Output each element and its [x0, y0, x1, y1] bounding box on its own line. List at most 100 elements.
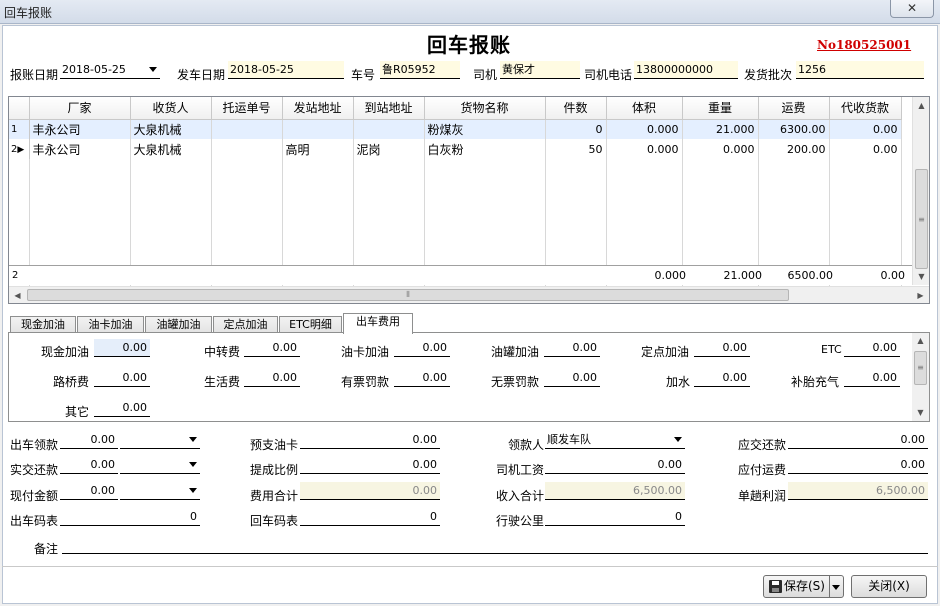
scroll-right-icon[interactable]: ▶ [912, 287, 929, 303]
water-field[interactable]: 0.00 [694, 369, 750, 387]
grid-cell[interactable]: 0.000 [606, 119, 683, 139]
plate-field[interactable]: 鲁R05952 [380, 61, 460, 79]
driver-field[interactable]: 黄保才 [500, 61, 580, 79]
tire-field[interactable]: 0.00 [844, 369, 900, 387]
batch-field[interactable]: 1256 [796, 61, 924, 79]
panel-vertical-scrollbar[interactable]: ▲ ≡ ▼ [912, 333, 929, 421]
odo-out-field[interactable]: 0 [60, 508, 200, 526]
grid-cell[interactable]: 高明 [282, 139, 354, 159]
actual-return-type-dropdown[interactable] [120, 456, 200, 474]
grid-cell[interactable]: 粉煤灰 [424, 119, 546, 139]
grid-cell[interactable]: 丰永公司 [29, 139, 131, 159]
fine-noticket-field[interactable]: 0.00 [544, 369, 600, 387]
living-field[interactable]: 0.00 [244, 369, 300, 387]
grid-cell[interactable] [282, 119, 354, 139]
advance-type-dropdown[interactable] [120, 431, 200, 449]
toll-label: 路桥费 [53, 375, 90, 389]
grid-column-header[interactable]: 到站地址 [353, 97, 425, 120]
depart-date-field[interactable]: 2018-05-25 [228, 61, 344, 79]
cash-paid-type-dropdown[interactable] [120, 482, 200, 500]
grid-column-header[interactable]: 件数 [545, 97, 607, 120]
grid-cell[interactable]: 50 [545, 139, 607, 159]
grid-horizontal-scrollbar[interactable]: ◀ ⦀ ▶ [9, 286, 929, 303]
row-header[interactable]: 2▶ [9, 139, 30, 159]
grid-cell[interactable] [211, 139, 283, 159]
advance-field[interactable]: 0.00 [60, 431, 118, 449]
grid-cell[interactable]: 白灰粉 [424, 139, 546, 159]
grid-column-header[interactable]: 运费 [758, 97, 830, 120]
grid-column-header[interactable]: 体积 [606, 97, 683, 120]
grid-cell[interactable]: 丰永公司 [29, 119, 131, 139]
grid-cell[interactable]: 0.00 [829, 139, 902, 159]
tab-4[interactable]: ETC明细 [279, 316, 342, 333]
row-header[interactable]: 1 [9, 119, 30, 139]
scroll-up-icon[interactable]: ▲ [912, 333, 929, 349]
cash-fuel-field[interactable]: 0.00 [94, 339, 150, 357]
grid-cell[interactable]: 200.00 [758, 139, 830, 159]
panel-vscroll-thumb[interactable]: ≡ [914, 351, 927, 385]
grid-summary-row: 2 0.000 21.000 6500.00 0.00 [9, 265, 913, 285]
tab-2[interactable]: 油罐加油 [145, 316, 212, 333]
report-date-picker[interactable]: 2018-05-25 [60, 61, 160, 79]
actual-return-field[interactable]: 0.00 [60, 456, 118, 474]
grid-column-header[interactable]: 货物名称 [424, 97, 546, 120]
scroll-down-icon[interactable]: ▼ [913, 268, 929, 285]
grid-cell[interactable]: 大泉机械 [130, 119, 212, 139]
tab-5[interactable]: 出车费用 [343, 313, 413, 334]
card-fuel-field[interactable]: 0.00 [394, 339, 450, 357]
prepaid-card-field[interactable]: 0.00 [300, 431, 440, 449]
remark-label: 备注 [34, 542, 59, 556]
payable-freight-field[interactable]: 0.00 [788, 456, 928, 474]
toll-field[interactable]: 0.00 [94, 369, 150, 387]
grid-column-header[interactable]: 代收货款 [829, 97, 902, 120]
living-label: 生活费 [204, 375, 241, 389]
close-button[interactable]: 关闭(X) [851, 575, 927, 598]
grid-column-header[interactable]: 收货人 [130, 97, 212, 120]
transfer-field[interactable]: 0.00 [244, 339, 300, 357]
wage-field[interactable]: 0.00 [545, 456, 685, 474]
fixed-fuel-field[interactable]: 0.00 [694, 339, 750, 357]
tab-3[interactable]: 定点加油 [213, 316, 278, 333]
cargo-grid[interactable]: 厂家 收货人 托运单号 发站地址 到站地址 货物名称 件数 体积 重量 运费 代收货款 1 丰永公司大… [8, 96, 930, 304]
grid-cell[interactable]: 21.000 [682, 119, 759, 139]
grid-cell[interactable]: 0.00 [829, 119, 902, 139]
should-return-field[interactable]: 0.00 [788, 431, 928, 449]
tab-0[interactable]: 现金加油 [10, 316, 76, 333]
grid-vscroll-thumb[interactable]: ≡ [915, 169, 928, 269]
scroll-down-icon[interactable]: ▼ [912, 405, 929, 421]
grid-cell[interactable]: 0 [545, 119, 607, 139]
phone-field[interactable]: 13800000000 [634, 61, 738, 79]
grid-hscroll-thumb[interactable]: ⦀ [27, 289, 789, 301]
save-options-dropdown[interactable] [829, 575, 844, 598]
save-button[interactable]: 保存(S) [763, 575, 830, 598]
etc-field[interactable]: 0.00 [844, 339, 900, 357]
cash-paid-field[interactable]: 0.00 [60, 482, 118, 500]
grid-cell[interactable]: 0.000 [682, 139, 759, 159]
payee-dropdown[interactable]: 顺发车队 [545, 431, 685, 449]
grid-cell[interactable]: 6300.00 [758, 119, 830, 139]
scroll-up-icon[interactable]: ▲ [913, 97, 929, 114]
grid-cell[interactable]: 大泉机械 [130, 139, 212, 159]
odo-in-field[interactable]: 0 [300, 508, 440, 526]
grid-cell[interactable] [211, 119, 283, 139]
prepaid-card-label: 预支油卡 [250, 438, 299, 452]
grid-column-header[interactable]: 托运单号 [211, 97, 283, 120]
scroll-left-icon[interactable]: ◀ [9, 287, 26, 303]
table-row[interactable]: 2▶ 丰永公司 大泉机械 高明 泥岗 白灰粉 50 0.000 0.000 200.00 0.00 [9, 139, 902, 159]
mileage-field[interactable]: 0 [545, 508, 685, 526]
grid-cell[interactable]: 泥岗 [353, 139, 425, 159]
tab-1[interactable]: 油卡加油 [77, 316, 144, 333]
window-close-button[interactable]: ✕ [890, 0, 934, 18]
other-field[interactable]: 0.00 [94, 399, 150, 417]
table-row[interactable]: 1 丰永公司 大泉机械 粉煤灰 0 0.000 21.000 6300.00 0.00 [9, 119, 902, 139]
grid-column-header[interactable]: 发站地址 [282, 97, 354, 120]
tank-fuel-field[interactable]: 0.00 [544, 339, 600, 357]
remark-field[interactable] [62, 553, 928, 554]
grid-vertical-scrollbar[interactable]: ▲ ≡ ▼ [912, 97, 929, 285]
grid-column-header[interactable]: 厂家 [29, 97, 131, 120]
fine-ticket-field[interactable]: 0.00 [394, 369, 450, 387]
commission-field[interactable]: 0.00 [300, 456, 440, 474]
grid-column-header[interactable]: 重量 [682, 97, 759, 120]
grid-cell[interactable]: 0.000 [606, 139, 683, 159]
grid-cell[interactable] [353, 119, 425, 139]
